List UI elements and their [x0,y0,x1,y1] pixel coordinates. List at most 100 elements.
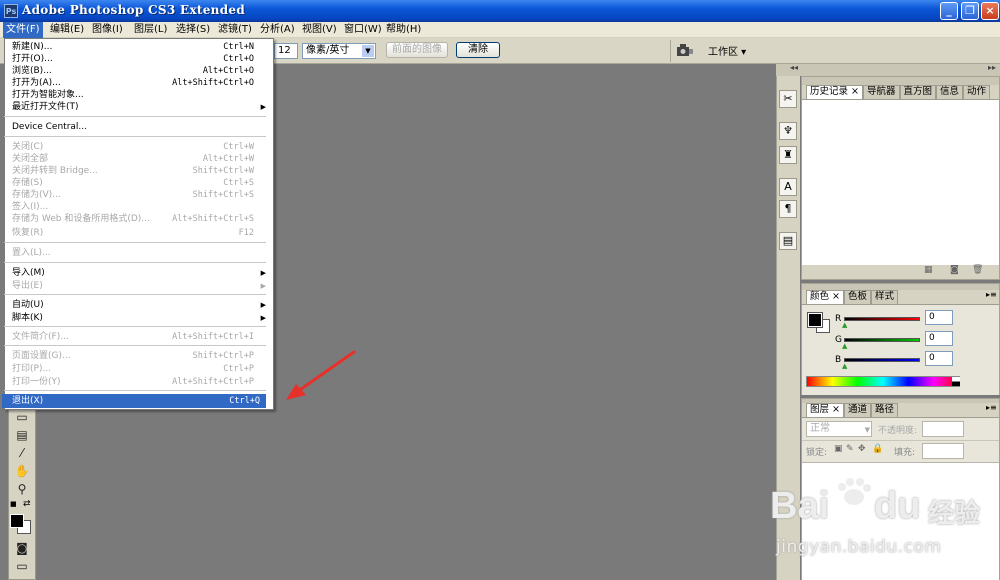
menu-item-check-in[interactable]: 签入(I)... [12,201,262,213]
menu-item-page-setup[interactable]: 页面设置(G)... Shift+Ctrl+P [12,350,262,362]
menu-filter[interactable]: 滤镜(T) [215,22,255,38]
menu-item-save-for-web[interactable]: 存储为 Web 和设备所用格式(D)... Alt+Shift+Ctrl+S [12,213,262,225]
screen-mode-icon[interactable]: ▭ [11,558,33,574]
menu-window[interactable]: 窗口(W) [341,22,385,38]
foreground-color-swatch[interactable] [10,514,24,528]
eyedropper-tool-icon[interactable]: ⁄ [11,445,33,461]
notes-tool-icon[interactable]: ▤ [11,427,33,443]
tab-navigator[interactable]: 导航器 [862,85,900,99]
file-browser-icon[interactable] [676,43,694,57]
menu-item-revert[interactable]: 恢复(R) F12 [12,227,262,239]
color-panel: 颜色 × 色板 样式 ▸≡ R ▲ 0 G ▲ 0 B ▲ 0 [801,283,1000,395]
menu-item-file-info[interactable]: 文件简介(F)... Alt+Shift+Ctrl+I [12,331,262,343]
menu-edit[interactable]: 编辑(E) [47,22,87,38]
tab-paths[interactable]: 路径 [871,403,899,417]
resolution-input[interactable]: 12 [274,43,298,59]
close-button[interactable]: × [981,2,999,20]
quick-mask-icon[interactable]: ◙ [11,540,33,556]
menu-item-exit[interactable]: 退出(X) Ctrl+Q [2,394,266,408]
trash-icon[interactable]: 🗑 [972,265,983,275]
character-icon[interactable]: A [779,178,797,196]
menu-item-new[interactable]: 新建(N)... Ctrl+N [12,41,262,53]
tab-actions[interactable]: 动作 [963,85,991,99]
tab-color[interactable]: 颜色 × [806,290,844,304]
panel-menu-icon[interactable]: ▸≡ [986,290,997,299]
tab-history[interactable]: 历史记录 × [806,85,863,99]
tab-styles[interactable]: 样式 [871,290,899,304]
menu-item-browse[interactable]: 浏览(B)... Alt+Ctrl+O [12,65,262,77]
zoom-tool-icon[interactable]: ⚲ [11,481,33,497]
red-value-input[interactable]: 0 [925,310,953,325]
collapse-right-icon[interactable]: ▸▸ [988,63,996,72]
collapse-left-icon[interactable]: ◂◂ [790,63,798,72]
minimize-button[interactable]: _ [940,2,958,20]
brushes-icon[interactable]: ♆ [779,122,797,140]
foreground-swatch[interactable] [807,312,823,328]
lock-all-icon[interactable]: 🔒 [872,444,883,454]
fill-input[interactable] [922,443,964,459]
unit-select[interactable]: 像素/英寸 ▼ [302,43,376,59]
slider-handle-icon[interactable]: ▲ [842,362,847,370]
menu-item-device-central[interactable]: Device Central... [12,121,262,133]
tab-channels[interactable]: 通道 [843,403,871,417]
snapshot-icon[interactable]: ◙ [950,265,959,275]
menu-item-save[interactable]: 存储(S) Ctrl+S [12,177,262,189]
menu-item-close-all[interactable]: 关闭全部 Alt+Ctrl+W [12,153,262,165]
marquee-tool-icon[interactable]: ▭ [11,409,33,425]
green-slider[interactable] [844,338,920,342]
menu-item-open[interactable]: 打开(O)... Ctrl+O [12,53,262,65]
tab-swatches[interactable]: 色板 [843,290,871,304]
panel-menu-icon[interactable]: ▸≡ [986,403,997,412]
slider-handle-icon[interactable]: ▲ [842,342,847,350]
menu-view[interactable]: 视图(V) [299,22,340,38]
menu-item-scripts[interactable]: 脚本(K) ▶ [12,312,266,324]
tab-histogram[interactable]: 直方图 [899,85,937,99]
tab-info[interactable]: 信息 [936,85,964,99]
clear-button[interactable]: 清除 [456,42,500,58]
menu-item-open-as[interactable]: 打开为(A)... Alt+Shift+Ctrl+O [12,77,262,89]
blue-value-input[interactable]: 0 [925,351,953,366]
black-white-ramp[interactable] [952,377,960,386]
tab-layers[interactable]: 图层 × [806,403,844,417]
color-spectrum-bar[interactable] [806,376,960,387]
hand-tool-icon[interactable]: ✋ [11,463,33,479]
lock-transparency-icon[interactable]: ▣ [834,444,843,454]
opacity-input[interactable] [922,421,964,437]
default-colors-icon[interactable]: ■ [10,500,18,508]
paragraph-icon[interactable]: ¶ [779,200,797,218]
menu-help[interactable]: 帮助(H) [383,22,424,38]
layer-comps-icon[interactable]: ▤ [779,232,797,250]
menu-layer[interactable]: 图层(L) [131,22,170,38]
menu-item-recent-files[interactable]: 最近打开文件(T) ▶ [12,101,266,113]
menu-file[interactable]: 文件(F) [3,22,43,38]
history-list[interactable] [802,99,999,265]
menu-item-import[interactable]: 导入(M) ▶ [12,267,266,279]
red-slider[interactable] [844,317,920,321]
menu-item-close[interactable]: 关闭(C) Ctrl+W [12,141,262,153]
menu-analysis[interactable]: 分析(A) [257,22,298,38]
blend-mode-select[interactable]: 正常 ▼ [806,421,872,437]
front-image-button[interactable]: 前面的图像 [386,42,448,58]
slider-handle-icon[interactable]: ▲ [842,321,847,329]
menu-item-place[interactable]: 置入(L)... [12,247,262,259]
blue-slider[interactable] [844,358,920,362]
clone-source-icon[interactable]: ♜ [779,146,797,164]
menu-item-automate[interactable]: 自动(U) ▶ [12,299,266,311]
workspace-button[interactable]: 工作区 ▾ [708,43,746,58]
title-bar: Ps Adobe Photoshop CS3 Extended _ ❐ × [0,0,1000,22]
menu-item-close-goto-bridge[interactable]: 关闭并转到 Bridge... Shift+Ctrl+W [12,165,262,177]
lock-position-icon[interactable]: ✥ [858,444,866,454]
swap-colors-icon[interactable]: ⇄ [23,499,33,509]
menu-item-print[interactable]: 打印(P)... Ctrl+P [12,363,262,375]
new-document-icon[interactable]: ▦ [924,265,933,275]
menu-item-open-smart-object[interactable]: 打开为智能对象... [12,89,262,101]
green-value-input[interactable]: 0 [925,331,953,346]
menu-item-save-as[interactable]: 存储为(V)... Shift+Ctrl+S [12,189,262,201]
restore-button[interactable]: ❐ [961,2,979,20]
lock-brush-icon[interactable]: ✎ [846,444,854,454]
menu-select[interactable]: 选择(S) [173,22,213,38]
menu-item-export[interactable]: 导出(E) ▶ [12,280,266,292]
tools-preset-icon[interactable]: ✂ [779,90,797,108]
menu-item-print-one-copy[interactable]: 打印一份(Y) Alt+Shift+Ctrl+P [12,376,262,388]
menu-image[interactable]: 图像(I) [89,22,126,38]
